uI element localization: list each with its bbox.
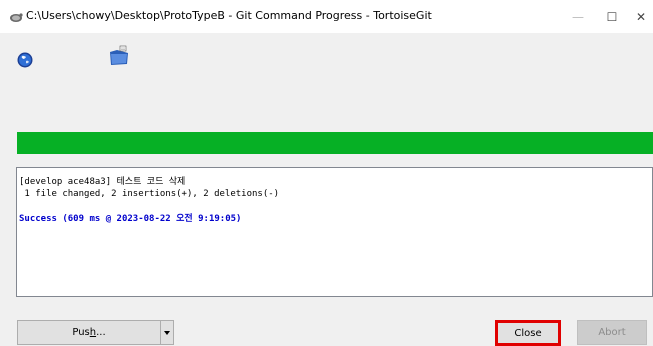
push-button-label: Push... bbox=[72, 327, 106, 338]
tortoisegit-icon bbox=[10, 13, 23, 22]
success-message: Success (609 ms @ 2023-08-22 오전 9:19:05) bbox=[19, 214, 242, 224]
repository-folder-icon bbox=[110, 45, 128, 65]
window-title: C:\Users\chowy\Desktop\ProtoTypeB - Git … bbox=[26, 9, 432, 22]
globe-icon bbox=[17, 52, 33, 68]
chevron-down-icon bbox=[164, 330, 170, 335]
abort-button[interactable]: Abort bbox=[577, 320, 647, 345]
close-button[interactable]: Close bbox=[495, 320, 561, 346]
close-window-button[interactable]: ✕ bbox=[625, 0, 653, 33]
push-dropdown-button[interactable] bbox=[161, 320, 174, 345]
output-log[interactable]: [develop ace48a3] 테스트 코드 삭제 1 file chang… bbox=[16, 167, 653, 297]
push-button[interactable]: Push... bbox=[17, 320, 161, 345]
minimize-button[interactable]: — bbox=[562, 0, 594, 33]
progress-bar-fill bbox=[17, 132, 653, 154]
log-line: 1 file changed, 2 insertions(+), 2 delet… bbox=[19, 189, 280, 199]
log-line: [develop ace48a3] 테스트 코드 삭제 bbox=[19, 177, 186, 187]
title-bar: C:\Users\chowy\Desktop\ProtoTypeB - Git … bbox=[0, 0, 653, 33]
progress-bar bbox=[17, 132, 653, 154]
maximize-button[interactable]: ☐ bbox=[596, 0, 628, 33]
